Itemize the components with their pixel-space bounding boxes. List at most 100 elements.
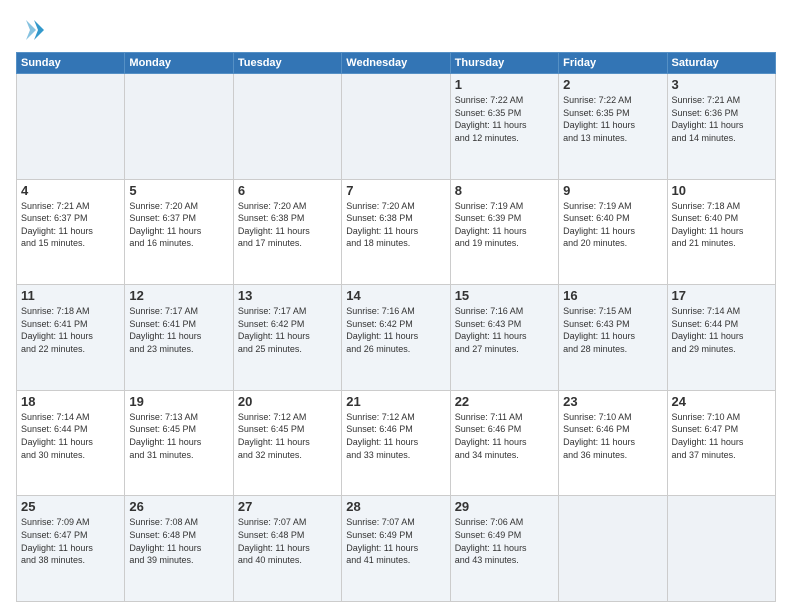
day-number: 10 bbox=[672, 183, 771, 198]
calendar-cell: 11 Sunrise: 7:18 AM Sunset: 6:41 PM Dayli… bbox=[17, 285, 125, 391]
day-number: 18 bbox=[21, 394, 120, 409]
day-number: 8 bbox=[455, 183, 554, 198]
day-header-tuesday: Tuesday bbox=[233, 53, 341, 74]
calendar-cell: 14 Sunrise: 7:16 AM Sunset: 6:42 PM Dayli… bbox=[342, 285, 450, 391]
day-number: 1 bbox=[455, 77, 554, 92]
calendar-header-row: SundayMondayTuesdayWednesdayThursdayFrid… bbox=[17, 53, 776, 74]
day-number: 11 bbox=[21, 288, 120, 303]
day-info: Sunrise: 7:15 AM Sunset: 6:43 PM Dayligh… bbox=[563, 305, 662, 355]
day-info: Sunrise: 7:06 AM Sunset: 6:49 PM Dayligh… bbox=[455, 516, 554, 566]
day-number: 9 bbox=[563, 183, 662, 198]
page: SundayMondayTuesdayWednesdayThursdayFrid… bbox=[0, 0, 792, 612]
day-header-saturday: Saturday bbox=[667, 53, 775, 74]
day-info: Sunrise: 7:09 AM Sunset: 6:47 PM Dayligh… bbox=[21, 516, 120, 566]
calendar-cell: 1 Sunrise: 7:22 AM Sunset: 6:35 PM Daylig… bbox=[450, 74, 558, 180]
calendar-cell bbox=[125, 74, 233, 180]
calendar-cell bbox=[342, 74, 450, 180]
day-header-wednesday: Wednesday bbox=[342, 53, 450, 74]
day-info: Sunrise: 7:07 AM Sunset: 6:48 PM Dayligh… bbox=[238, 516, 337, 566]
calendar-cell: 18Sunrise: 7:14 AM Sunset: 6:44 PM Dayli… bbox=[17, 390, 125, 496]
day-info: Sunrise: 7:19 AM Sunset: 6:39 PM Dayligh… bbox=[455, 200, 554, 250]
day-number: 25 bbox=[21, 499, 120, 514]
calendar-cell: 26Sunrise: 7:08 AM Sunset: 6:48 PM Dayli… bbox=[125, 496, 233, 602]
day-number: 15 bbox=[455, 288, 554, 303]
day-info: Sunrise: 7:16 AM Sunset: 6:42 PM Dayligh… bbox=[346, 305, 445, 355]
calendar-cell: 27 Sunrise: 7:07 AM Sunset: 6:48 PM Dayli… bbox=[233, 496, 341, 602]
day-number: 21 bbox=[346, 394, 445, 409]
calendar-week-row: 18Sunrise: 7:14 AM Sunset: 6:44 PM Dayli… bbox=[17, 390, 776, 496]
day-info: Sunrise: 7:10 AM Sunset: 6:47 PM Dayligh… bbox=[672, 411, 771, 461]
calendar-cell: 22 Sunrise: 7:11 AM Sunset: 6:46 PM Dayli… bbox=[450, 390, 558, 496]
day-header-sunday: Sunday bbox=[17, 53, 125, 74]
logo bbox=[16, 16, 48, 44]
day-number: 19 bbox=[129, 394, 228, 409]
calendar-cell: 19 Sunrise: 7:13 AM Sunset: 6:45 PM Dayli… bbox=[125, 390, 233, 496]
day-number: 26 bbox=[129, 499, 228, 514]
day-info: Sunrise: 7:20 AM Sunset: 6:38 PM Dayligh… bbox=[238, 200, 337, 250]
calendar-cell: 4 Sunrise: 7:21 AM Sunset: 6:37 PM Daylig… bbox=[17, 179, 125, 285]
calendar-week-row: 11 Sunrise: 7:18 AM Sunset: 6:41 PM Dayli… bbox=[17, 285, 776, 391]
day-number: 13 bbox=[238, 288, 337, 303]
calendar-cell: 3 Sunrise: 7:21 AM Sunset: 6:36 PM Daylig… bbox=[667, 74, 775, 180]
calendar-cell bbox=[559, 496, 667, 602]
day-info: Sunrise: 7:12 AM Sunset: 6:45 PM Dayligh… bbox=[238, 411, 337, 461]
calendar-cell: 29 Sunrise: 7:06 AM Sunset: 6:49 PM Dayli… bbox=[450, 496, 558, 602]
day-info: Sunrise: 7:17 AM Sunset: 6:42 PM Dayligh… bbox=[238, 305, 337, 355]
calendar-cell: 12 Sunrise: 7:17 AM Sunset: 6:41 PM Dayli… bbox=[125, 285, 233, 391]
day-header-thursday: Thursday bbox=[450, 53, 558, 74]
day-info: Sunrise: 7:20 AM Sunset: 6:38 PM Dayligh… bbox=[346, 200, 445, 250]
calendar-cell: 8 Sunrise: 7:19 AM Sunset: 6:39 PM Daylig… bbox=[450, 179, 558, 285]
calendar-cell: 15 Sunrise: 7:16 AM Sunset: 6:43 PM Dayli… bbox=[450, 285, 558, 391]
day-number: 14 bbox=[346, 288, 445, 303]
calendar-cell: 20 Sunrise: 7:12 AM Sunset: 6:45 PM Dayli… bbox=[233, 390, 341, 496]
calendar-cell bbox=[233, 74, 341, 180]
calendar-cell: 6 Sunrise: 7:20 AM Sunset: 6:38 PM Daylig… bbox=[233, 179, 341, 285]
day-info: Sunrise: 7:18 AM Sunset: 6:40 PM Dayligh… bbox=[672, 200, 771, 250]
day-info: Sunrise: 7:21 AM Sunset: 6:36 PM Dayligh… bbox=[672, 94, 771, 144]
day-info: Sunrise: 7:18 AM Sunset: 6:41 PM Dayligh… bbox=[21, 305, 120, 355]
day-number: 5 bbox=[129, 183, 228, 198]
calendar-week-row: 1 Sunrise: 7:22 AM Sunset: 6:35 PM Daylig… bbox=[17, 74, 776, 180]
calendar-cell: 9 Sunrise: 7:19 AM Sunset: 6:40 PM Daylig… bbox=[559, 179, 667, 285]
day-info: Sunrise: 7:19 AM Sunset: 6:40 PM Dayligh… bbox=[563, 200, 662, 250]
day-info: Sunrise: 7:14 AM Sunset: 6:44 PM Dayligh… bbox=[672, 305, 771, 355]
calendar-cell: 10 Sunrise: 7:18 AM Sunset: 6:40 PM Dayli… bbox=[667, 179, 775, 285]
calendar-cell: 5Sunrise: 7:20 AM Sunset: 6:37 PM Daylig… bbox=[125, 179, 233, 285]
day-number: 23 bbox=[563, 394, 662, 409]
day-number: 22 bbox=[455, 394, 554, 409]
calendar-week-row: 25 Sunrise: 7:09 AM Sunset: 6:47 PM Dayli… bbox=[17, 496, 776, 602]
day-number: 20 bbox=[238, 394, 337, 409]
calendar-cell: 23 Sunrise: 7:10 AM Sunset: 6:46 PM Dayli… bbox=[559, 390, 667, 496]
day-info: Sunrise: 7:22 AM Sunset: 6:35 PM Dayligh… bbox=[563, 94, 662, 144]
calendar-cell: 7 Sunrise: 7:20 AM Sunset: 6:38 PM Daylig… bbox=[342, 179, 450, 285]
day-header-friday: Friday bbox=[559, 53, 667, 74]
day-number: 27 bbox=[238, 499, 337, 514]
day-number: 16 bbox=[563, 288, 662, 303]
day-info: Sunrise: 7:17 AM Sunset: 6:41 PM Dayligh… bbox=[129, 305, 228, 355]
day-number: 29 bbox=[455, 499, 554, 514]
day-info: Sunrise: 7:13 AM Sunset: 6:45 PM Dayligh… bbox=[129, 411, 228, 461]
day-info: Sunrise: 7:16 AM Sunset: 6:43 PM Dayligh… bbox=[455, 305, 554, 355]
day-info: Sunrise: 7:11 AM Sunset: 6:46 PM Dayligh… bbox=[455, 411, 554, 461]
header bbox=[16, 16, 776, 44]
day-info: Sunrise: 7:10 AM Sunset: 6:46 PM Dayligh… bbox=[563, 411, 662, 461]
calendar-cell: 21 Sunrise: 7:12 AM Sunset: 6:46 PM Dayli… bbox=[342, 390, 450, 496]
day-number: 6 bbox=[238, 183, 337, 198]
calendar-cell: 17 Sunrise: 7:14 AM Sunset: 6:44 PM Dayli… bbox=[667, 285, 775, 391]
calendar-cell bbox=[667, 496, 775, 602]
calendar-cell: 25 Sunrise: 7:09 AM Sunset: 6:47 PM Dayli… bbox=[17, 496, 125, 602]
day-number: 3 bbox=[672, 77, 771, 92]
day-info: Sunrise: 7:22 AM Sunset: 6:35 PM Dayligh… bbox=[455, 94, 554, 144]
calendar-cell: 16 Sunrise: 7:15 AM Sunset: 6:43 PM Dayli… bbox=[559, 285, 667, 391]
calendar-week-row: 4 Sunrise: 7:21 AM Sunset: 6:37 PM Daylig… bbox=[17, 179, 776, 285]
day-number: 4 bbox=[21, 183, 120, 198]
day-info: Sunrise: 7:21 AM Sunset: 6:37 PM Dayligh… bbox=[21, 200, 120, 250]
day-number: 17 bbox=[672, 288, 771, 303]
day-number: 2 bbox=[563, 77, 662, 92]
day-number: 7 bbox=[346, 183, 445, 198]
calendar-cell: 13 Sunrise: 7:17 AM Sunset: 6:42 PM Dayli… bbox=[233, 285, 341, 391]
calendar-cell: 24 Sunrise: 7:10 AM Sunset: 6:47 PM Dayli… bbox=[667, 390, 775, 496]
day-number: 12 bbox=[129, 288, 228, 303]
day-number: 24 bbox=[672, 394, 771, 409]
day-info: Sunrise: 7:12 AM Sunset: 6:46 PM Dayligh… bbox=[346, 411, 445, 461]
